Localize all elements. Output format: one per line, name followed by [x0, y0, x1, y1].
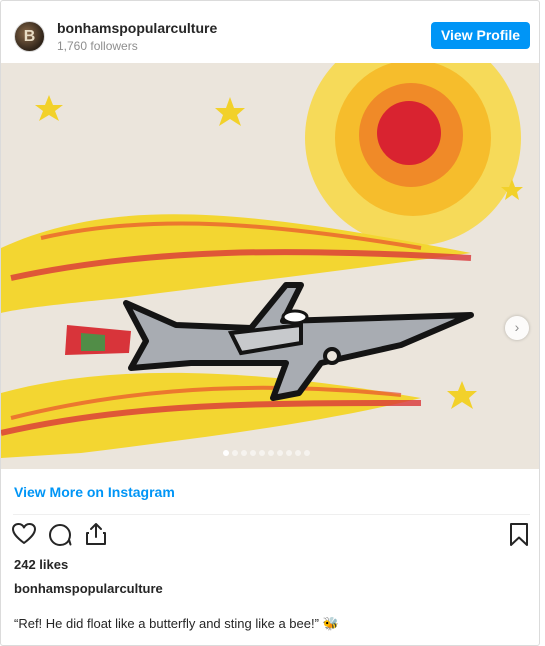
follower-count: 1,760 followers: [57, 39, 138, 53]
username[interactable]: bonhamspopularculture: [57, 20, 217, 36]
heart-icon[interactable]: [11, 522, 37, 546]
slide-indicator: [223, 450, 310, 456]
slide-dot-active: [223, 450, 229, 456]
next-slide-button[interactable]: ›: [505, 316, 529, 340]
slide-dot: [277, 450, 283, 456]
slide-dot: [268, 450, 274, 456]
slide-dot: [304, 450, 310, 456]
comment-icon[interactable]: [47, 522, 73, 548]
instagram-embed-card: B bonhamspopularculture 1,760 followers …: [0, 0, 540, 646]
post-image[interactable]: ›: [1, 63, 539, 469]
slide-dot: [232, 450, 238, 456]
slide-dot: [286, 450, 292, 456]
view-more-link[interactable]: View More on Instagram: [14, 484, 175, 500]
slide-dot: [295, 450, 301, 456]
post-header: B bonhamspopularculture 1,760 followers …: [1, 1, 539, 63]
bookmark-icon[interactable]: [508, 522, 530, 548]
slide-dot: [241, 450, 247, 456]
slide-dot: [250, 450, 256, 456]
avatar-letter: B: [23, 28, 36, 45]
rocket-drawing-illustration: [1, 63, 539, 469]
slide-dot: [259, 450, 265, 456]
share-icon[interactable]: [83, 521, 109, 547]
chevron-right-icon: ›: [514, 319, 520, 335]
view-profile-button[interactable]: View Profile: [431, 22, 530, 49]
caption-text: “Ref! He did float like a butterfly and …: [14, 616, 339, 631]
divider: [13, 514, 530, 515]
avatar[interactable]: B: [14, 21, 45, 52]
like-count[interactable]: 242 likes: [14, 557, 68, 572]
caption-author[interactable]: bonhamspopularculture: [14, 581, 163, 596]
